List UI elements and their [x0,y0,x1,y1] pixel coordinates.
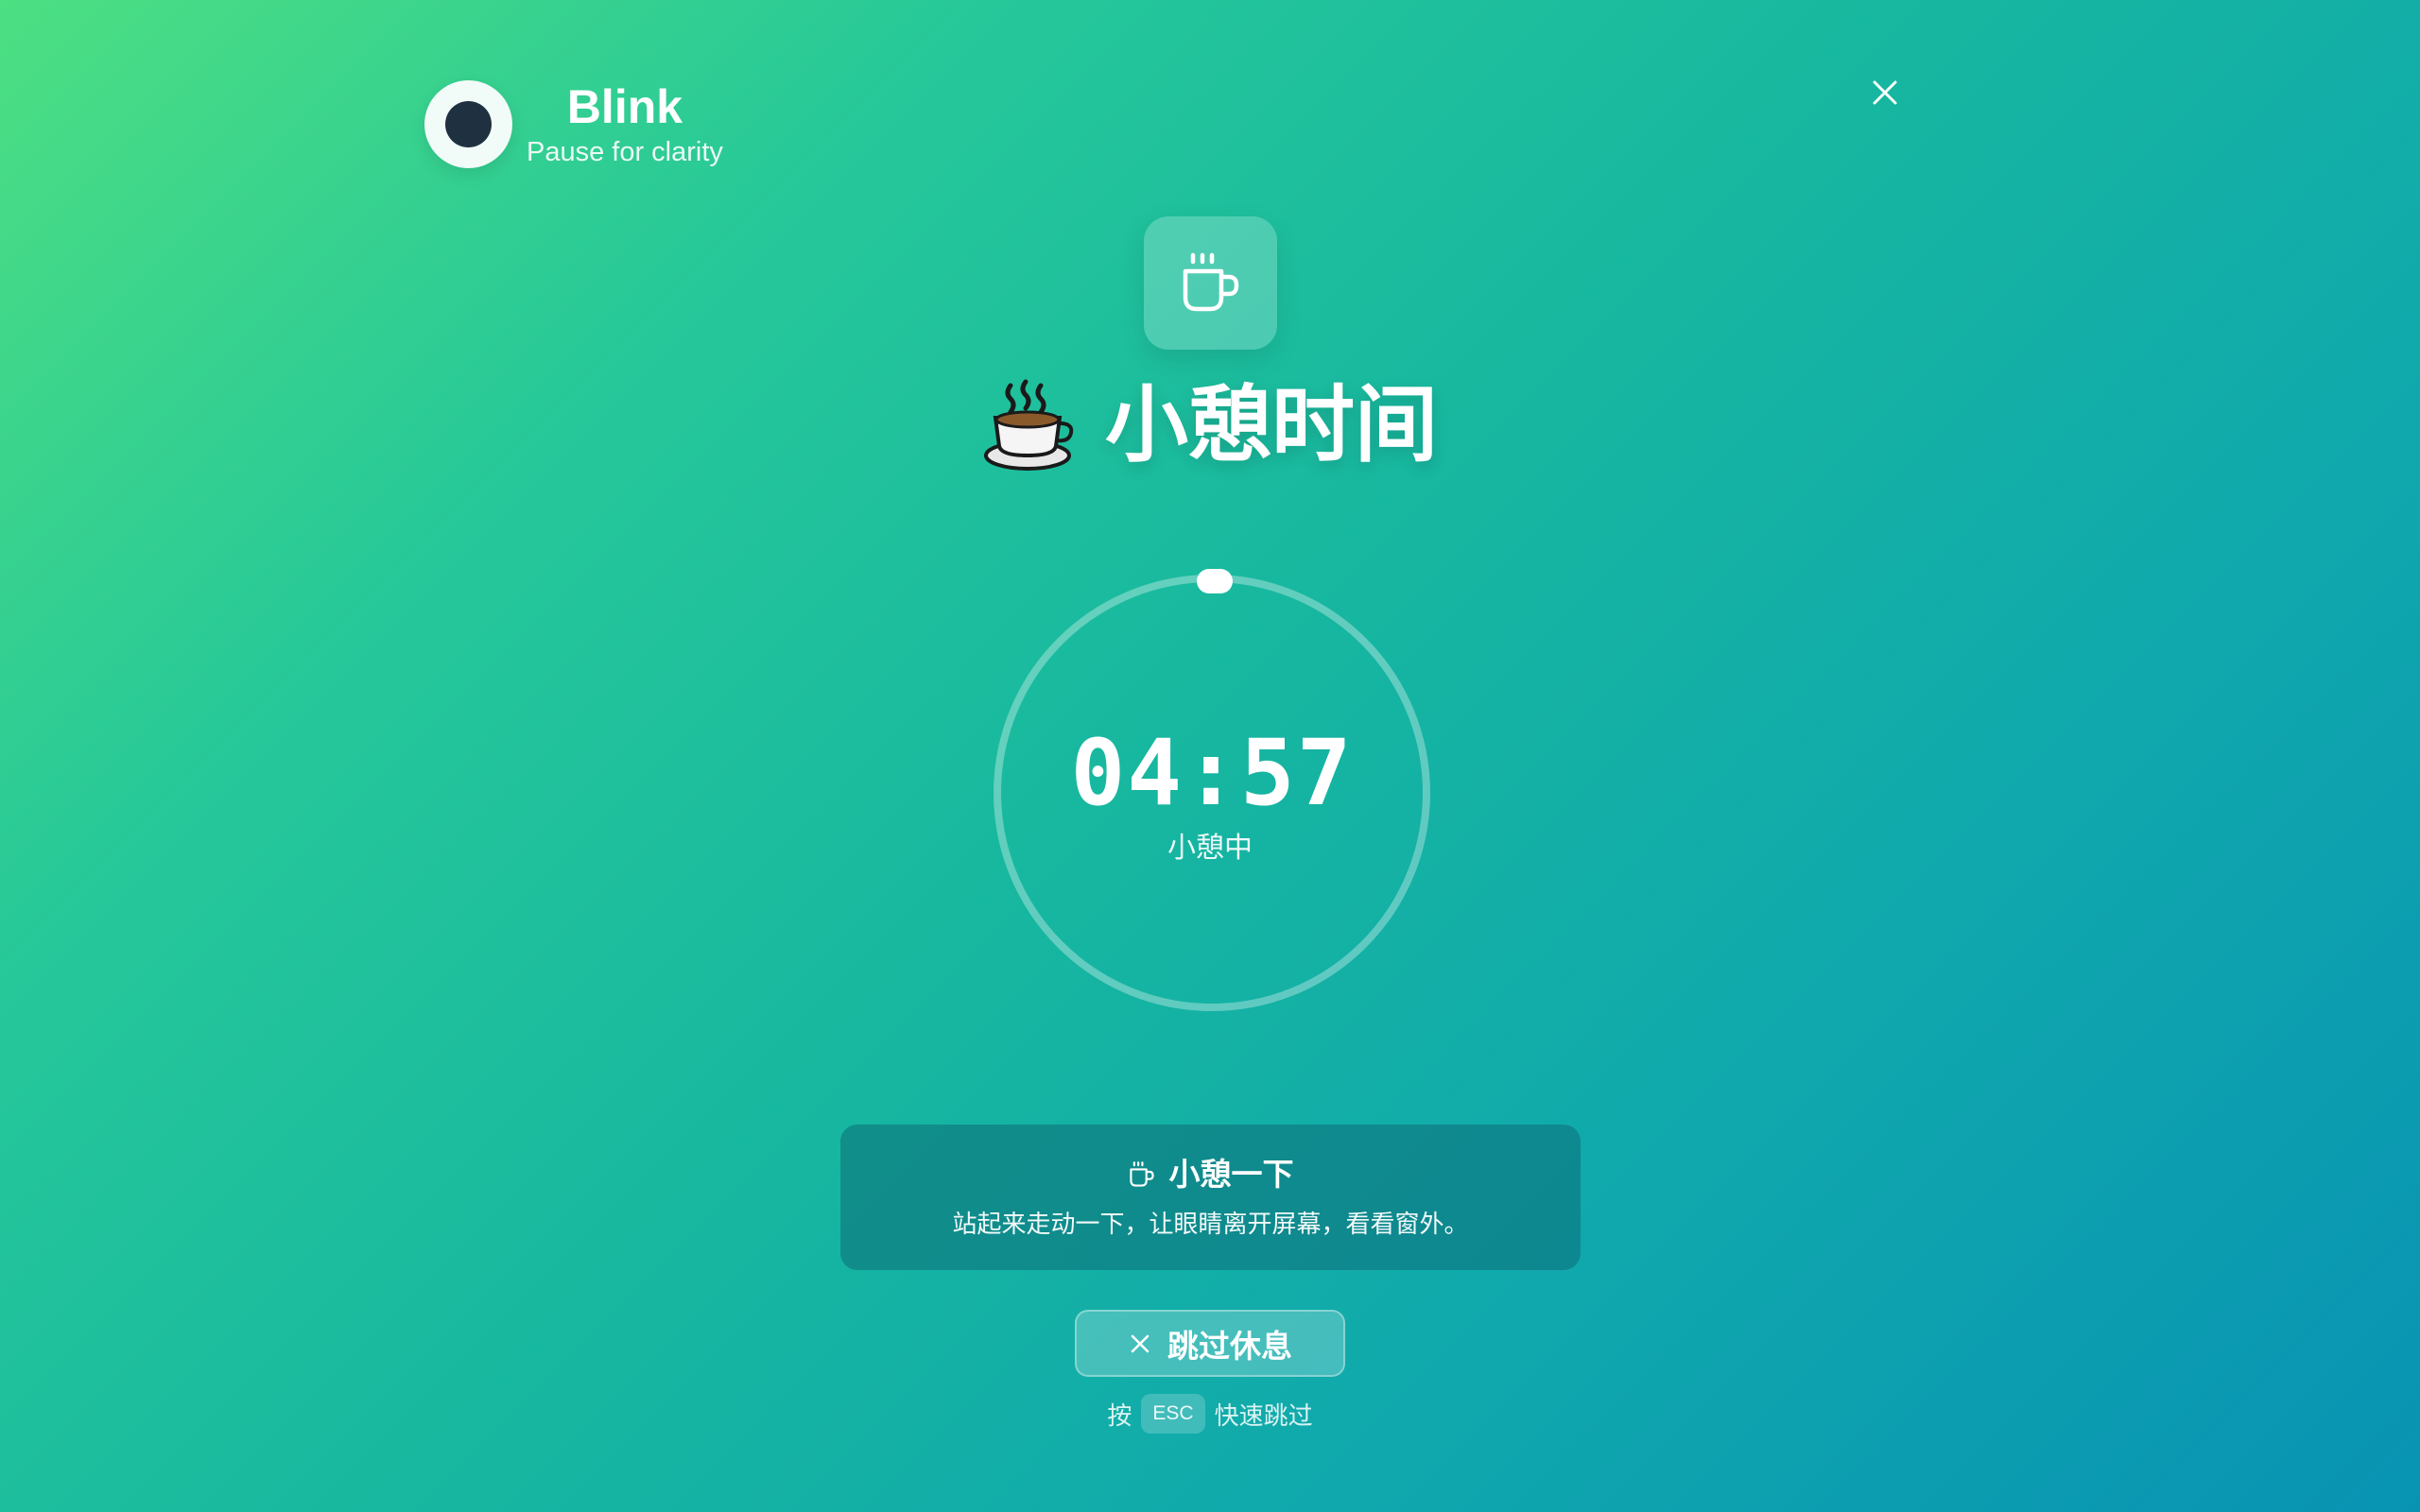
app-tagline: Pause for clarity [527,137,723,167]
countdown-timer: 04:57 [993,567,1431,1013]
app-brand: Blink Pause for clarity [424,78,723,169]
logo-dot [445,100,492,147]
hot-beverage-icon [982,378,1077,472]
x-icon [1131,1334,1150,1352]
tip-body: 站起来走动一下，让眼睛离开屏幕，看看窗外。 [952,1210,1469,1238]
coffee-cup-icon [1129,1161,1154,1187]
tip-card: 小憩一下 站起来走动一下，让眼睛离开屏幕，看看窗外。 [840,1125,1581,1270]
coffee-cup-icon [1183,252,1238,311]
progress-ring-knob [1197,569,1233,593]
close-button[interactable] [1866,74,1904,112]
break-title: 小憩时间 [0,373,2420,477]
break-icon-tile [1144,216,1277,350]
app-name: Blink [566,80,683,133]
tip-title: 小憩一下 [1168,1157,1294,1192]
tip-header: 小憩一下 [1128,1154,1294,1195]
break-title-text: 小憩时间 [1104,378,1438,472]
esc-hint: 按 ESC 快速跳过 [0,1393,2420,1435]
esc-hint-suffix: 快速跳过 [1214,1400,1313,1430]
brand-text: Blink Pause for clarity [527,79,723,168]
close-icon [1873,80,1897,105]
break-status: 小憩中 [1167,833,1253,864]
countdown-value: 04:57 [1070,720,1354,826]
skip-break-label: 跳过休息 [1167,1328,1292,1364]
esc-key-badge: ESC [1141,1394,1205,1434]
skip-break-button[interactable]: 跳过休息 [1075,1310,1345,1377]
app-logo [424,79,512,168]
esc-hint-prefix: 按 [1107,1400,1132,1430]
